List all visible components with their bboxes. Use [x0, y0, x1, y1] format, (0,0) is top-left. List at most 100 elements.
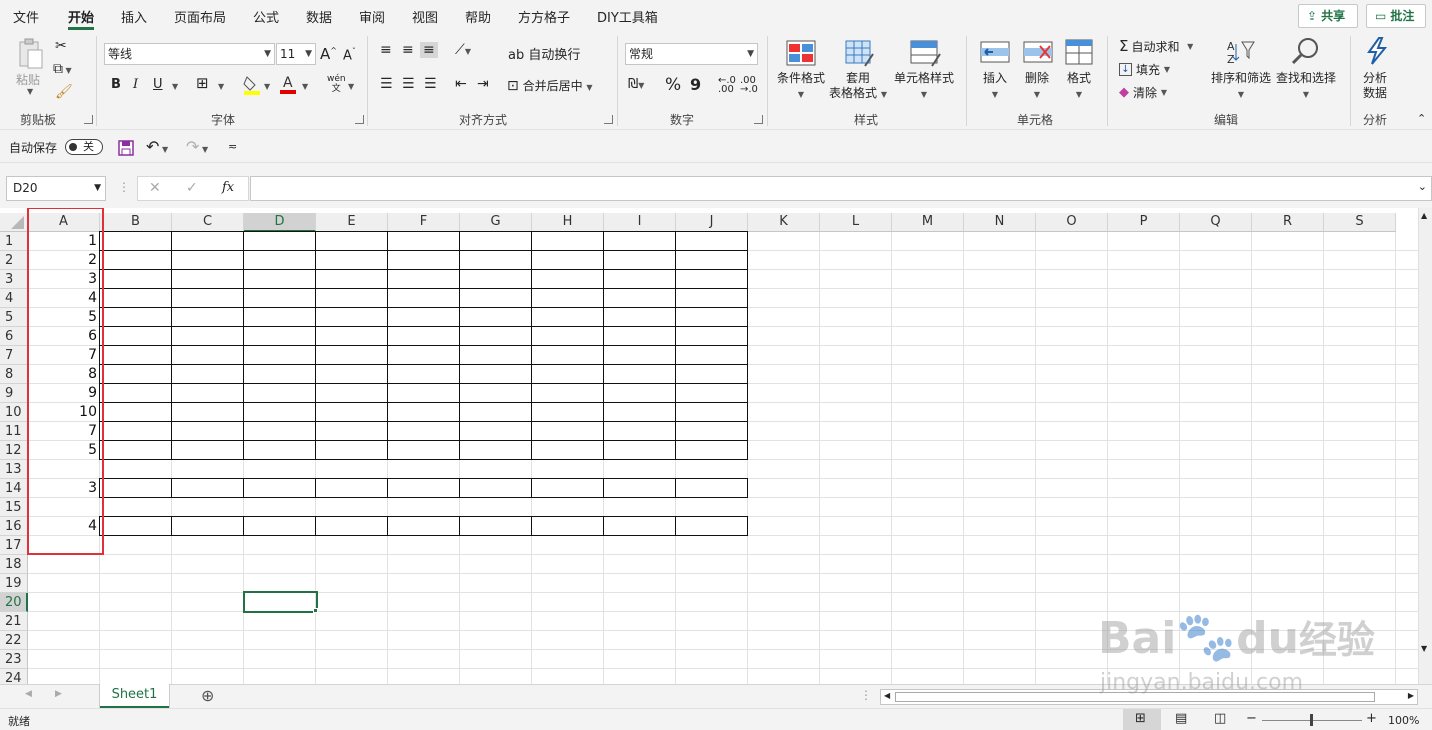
clear-button[interactable]: ◆ 清除 ▼ — [1119, 82, 1167, 102]
zoom-slider-thumb[interactable] — [1310, 714, 1313, 726]
find-select-icon[interactable] — [1290, 36, 1320, 66]
formula-input[interactable]: ⌄ — [250, 176, 1432, 201]
normal-view-button[interactable]: ⊞ — [1123, 709, 1161, 730]
customize-qat-icon[interactable]: ≂ — [228, 140, 237, 153]
format-cells-button[interactable]: 格式 ▼ — [1067, 71, 1091, 102]
row-header-10[interactable]: 10 — [0, 403, 28, 422]
column-header-s[interactable]: S — [1324, 213, 1396, 232]
increase-decimal-icon[interactable]: ←.0.00 — [718, 76, 736, 95]
tab-data[interactable]: 数据 — [306, 7, 332, 26]
analyze-data-icon[interactable] — [1363, 36, 1391, 66]
collapse-ribbon-icon[interactable]: ⌃ — [1417, 112, 1426, 125]
delete-cells-button[interactable]: 删除 ▼ — [1025, 71, 1049, 102]
row-header-7[interactable]: 7 — [0, 346, 28, 365]
decrease-indent-icon[interactable]: ⇤ — [455, 76, 467, 92]
cut-icon[interactable]: ✂ — [55, 38, 67, 54]
autosave-toggle[interactable]: 关 — [65, 139, 103, 155]
decrease-decimal-icon[interactable]: .00 →.0 — [740, 76, 758, 95]
column-header-o[interactable]: O — [1036, 213, 1108, 232]
undo-icon[interactable]: ↶ ▼ — [146, 137, 168, 156]
row-header-20[interactable]: 20 — [0, 593, 28, 612]
delete-cells-icon[interactable] — [1022, 40, 1054, 66]
insert-cells-button[interactable]: 插入 ▼ — [983, 71, 1007, 102]
scroll-right-icon[interactable]: ▶ — [1408, 691, 1414, 700]
row-header-13[interactable]: 13 — [0, 460, 28, 479]
wrap-text-button[interactable]: ab 自动换行 — [508, 44, 580, 63]
scroll-down-icon[interactable]: ▼ — [1421, 644, 1427, 653]
row-header-11[interactable]: 11 — [0, 422, 28, 441]
column-header-h[interactable]: H — [532, 213, 604, 232]
sheet-tab-sheet1[interactable]: Sheet1 — [100, 684, 169, 708]
column-header-d[interactable]: D — [244, 213, 316, 232]
column-header-f[interactable]: F — [388, 213, 460, 232]
cell-styles-icon[interactable] — [910, 40, 942, 68]
accounting-icon[interactable]: ₪▼ — [628, 77, 644, 92]
conditional-format-button[interactable]: 条件格式 ▼ — [777, 71, 825, 102]
format-painter-icon[interactable]: 🖌 — [55, 84, 73, 100]
comments-button[interactable]: ▭ 批注 — [1366, 4, 1426, 28]
column-header-q[interactable]: Q — [1180, 213, 1252, 232]
table-format-button[interactable]: 套用 表格格式 ▼ — [829, 71, 887, 102]
border-icon[interactable]: ⊞ — [196, 74, 209, 92]
row-header-21[interactable]: 21 — [0, 612, 28, 631]
paste-caret-icon[interactable]: ▼ — [27, 87, 33, 96]
cancel-icon[interactable]: ✕ — [149, 180, 161, 196]
increase-indent-icon[interactable]: ⇥ — [477, 76, 489, 92]
align-top-icon[interactable]: ≡ — [380, 42, 392, 58]
increase-font-icon[interactable]: A^ — [320, 45, 337, 63]
redo-icon[interactable]: ↷ ▼ — [186, 137, 208, 156]
border-caret-icon[interactable]: ▼ — [218, 82, 224, 91]
add-sheet-icon[interactable]: ⊕ — [201, 686, 214, 705]
zoom-in-icon[interactable]: + — [1366, 711, 1377, 726]
underline-caret-icon[interactable]: ▼ — [172, 82, 178, 91]
tab-insert[interactable]: 插入 — [121, 7, 147, 26]
row-header-3[interactable]: 3 — [0, 270, 28, 289]
page-break-view-icon[interactable]: ◫ — [1214, 711, 1226, 726]
fill-caret-icon[interactable]: ▼ — [264, 82, 270, 91]
italic-button[interactable]: I — [133, 77, 138, 92]
align-bottom-icon[interactable]: ≡ — [420, 42, 438, 58]
insert-cells-icon[interactable] — [979, 40, 1011, 66]
row-header-1[interactable]: 1 — [0, 232, 28, 251]
column-header-l[interactable]: L — [820, 213, 892, 232]
font-color-icon[interactable]: A — [280, 73, 296, 95]
row-header-19[interactable]: 19 — [0, 574, 28, 593]
decrease-font-icon[interactable]: Aˇ — [343, 47, 356, 63]
number-launcher-icon[interactable] — [754, 115, 763, 124]
zoom-level[interactable]: 100% — [1388, 714, 1419, 727]
row-header-22[interactable]: 22 — [0, 631, 28, 650]
fill-color-icon[interactable] — [243, 75, 261, 95]
sort-filter-button[interactable]: 排序和筛选 ▼ — [1211, 71, 1271, 102]
cell-styles-button[interactable]: 单元格样式 ▼ — [894, 71, 954, 102]
row-header-15[interactable]: 15 — [0, 498, 28, 517]
phonetic-icon[interactable]: wén 文 — [327, 74, 346, 94]
confirm-icon[interactable]: ✓ — [186, 180, 198, 196]
merge-center-button[interactable]: ⊡ 合并后居中 ▼ — [507, 77, 593, 94]
tab-file[interactable]: 文件 — [13, 7, 39, 26]
expand-formula-icon[interactable]: ⌄ — [1418, 180, 1427, 193]
clipboard-launcher-icon[interactable] — [84, 115, 93, 124]
page-layout-view-icon[interactable]: ▤ — [1175, 711, 1187, 726]
prev-sheet-icon[interactable]: ◀ — [25, 689, 32, 699]
fill-handle[interactable] — [313, 608, 318, 613]
insert-function-button[interactable]: fx — [222, 180, 234, 195]
underline-button[interactable]: U — [153, 77, 163, 92]
phonetic-caret-icon[interactable]: ▼ — [348, 82, 354, 91]
analyze-data-button[interactable]: 分析 数据 — [1363, 71, 1387, 101]
percent-button[interactable]: % — [665, 75, 681, 95]
tab-review[interactable]: 审阅 — [359, 7, 385, 26]
tab-splitter-icon[interactable]: ⋮ — [860, 688, 872, 702]
row-header-6[interactable]: 6 — [0, 327, 28, 346]
bold-button[interactable]: B — [111, 77, 121, 92]
select-all-corner[interactable] — [0, 213, 28, 232]
column-header-n[interactable]: N — [964, 213, 1036, 232]
row-header-4[interactable]: 4 — [0, 289, 28, 308]
column-header-k[interactable]: K — [748, 213, 820, 232]
tab-fangfang[interactable]: 方方格子 — [518, 7, 570, 26]
row-header-5[interactable]: 5 — [0, 308, 28, 327]
autosum-button[interactable]: Σ 自动求和 ▼ — [1119, 36, 1193, 56]
column-header-e[interactable]: E — [316, 213, 388, 232]
font-size-select[interactable]: 11 ▼ — [276, 43, 316, 65]
row-header-8[interactable]: 8 — [0, 365, 28, 384]
column-header-r[interactable]: R — [1252, 213, 1324, 232]
